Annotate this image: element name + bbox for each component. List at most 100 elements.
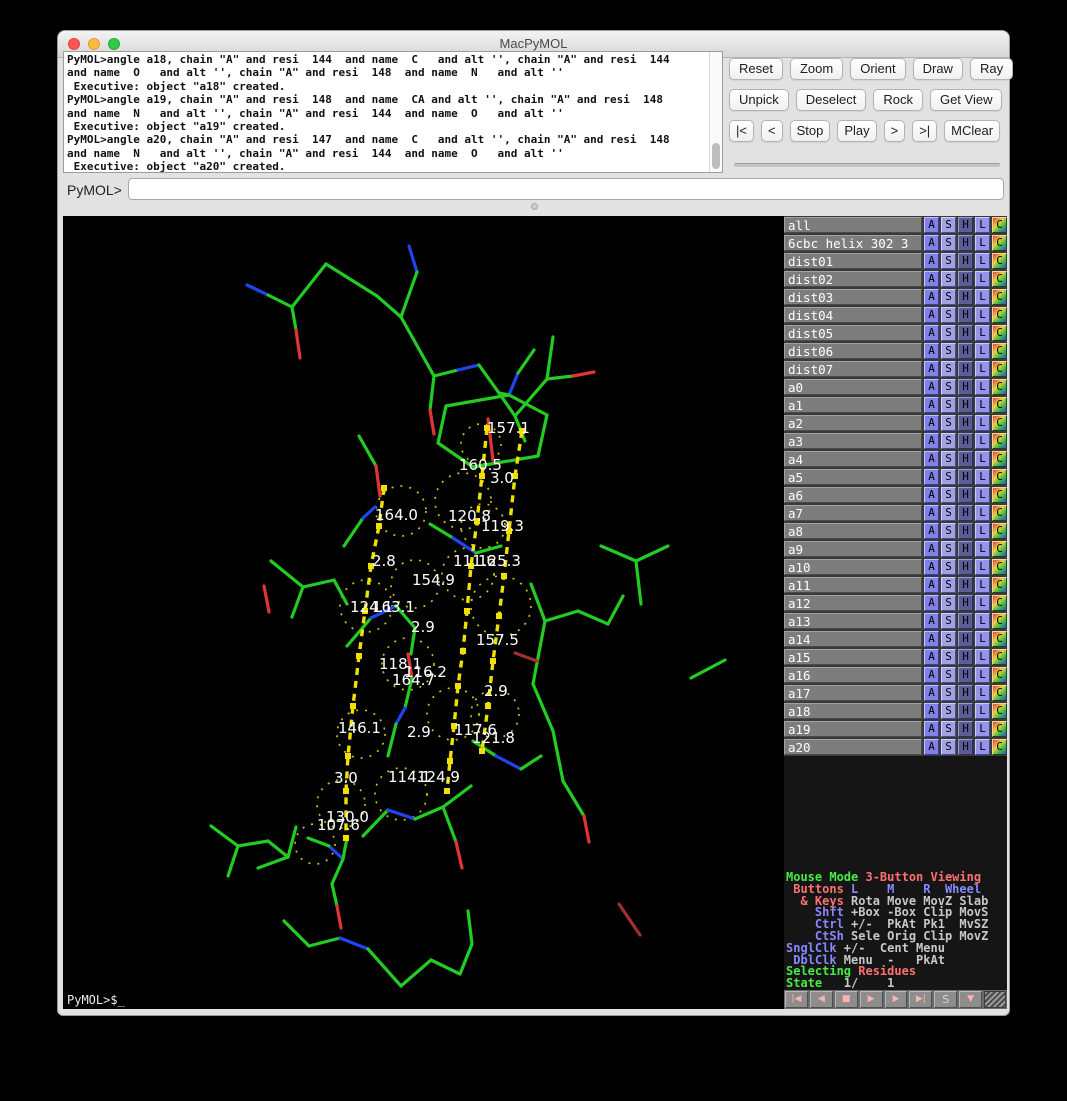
object-l-menu-button[interactable]: L [975,307,990,323]
object-name-a15[interactable]: a15 [784,649,922,665]
object-h-menu-button[interactable]: H [958,433,973,449]
object-c-menu-button[interactable]: C [992,433,1007,449]
object-h-menu-button[interactable]: H [958,361,973,377]
object-a-menu-button[interactable]: A [924,307,939,323]
toolbar-button-stop[interactable]: Stop [790,120,831,142]
object-c-menu-button[interactable]: C [992,397,1007,413]
object-c-menu-button[interactable]: C [992,631,1007,647]
object-h-menu-button[interactable]: H [958,649,973,665]
object-a-menu-button[interactable]: A [924,253,939,269]
object-s-menu-button[interactable]: S [941,523,956,539]
object-h-menu-button[interactable]: H [958,721,973,737]
object-name-a6[interactable]: a6 [784,487,922,503]
object-l-menu-button[interactable]: L [975,541,990,557]
object-name-a7[interactable]: a7 [784,505,922,521]
object-c-menu-button[interactable]: C [992,739,1007,755]
object-name-a5[interactable]: a5 [784,469,922,485]
object-h-menu-button[interactable]: H [958,523,973,539]
object-s-menu-button[interactable]: S [941,631,956,647]
object-l-menu-button[interactable]: L [975,505,990,521]
object-name-a2[interactable]: a2 [784,415,922,431]
object-name-a13[interactable]: a13 [784,613,922,629]
object-s-menu-button[interactable]: S [941,253,956,269]
object-h-menu-button[interactable]: H [958,667,973,683]
object-a-menu-button[interactable]: A [924,451,939,467]
object-l-menu-button[interactable]: L [975,469,990,485]
object-l-menu-button[interactable]: L [975,235,990,251]
object-l-menu-button[interactable]: L [975,433,990,449]
object-a-menu-button[interactable]: A [924,721,939,737]
object-s-menu-button[interactable]: S [941,307,956,323]
object-h-menu-button[interactable]: H [958,235,973,251]
object-s-menu-button[interactable]: S [941,415,956,431]
object-c-menu-button[interactable]: C [992,415,1007,431]
toolbar-button-orient[interactable]: Orient [850,58,905,80]
object-s-menu-button[interactable]: S [941,325,956,341]
object-l-menu-button[interactable]: L [975,649,990,665]
object-name-a10[interactable]: a10 [784,559,922,575]
object-name-a1[interactable]: a1 [784,397,922,413]
object-c-menu-button[interactable]: C [992,289,1007,305]
resize-grip-icon[interactable] [984,991,1006,1008]
object-h-menu-button[interactable]: H [958,559,973,575]
toolbar-button-play[interactable]: Play [837,120,876,142]
object-s-menu-button[interactable]: S [941,451,956,467]
object-a-menu-button[interactable]: A [924,667,939,683]
object-h-menu-button[interactable]: H [958,325,973,341]
object-l-menu-button[interactable]: L [975,577,990,593]
object-l-menu-button[interactable]: L [975,253,990,269]
object-a-menu-button[interactable]: A [924,289,939,305]
object-c-menu-button[interactable]: C [992,649,1007,665]
object-h-menu-button[interactable]: H [958,703,973,719]
object-s-menu-button[interactable]: S [941,559,956,575]
object-name-dist01[interactable]: dist01 [784,253,922,269]
toolbar-button--[interactable]: |< [729,120,754,142]
object-s-menu-button[interactable]: S [941,505,956,521]
object-c-menu-button[interactable]: C [992,235,1007,251]
object-a-menu-button[interactable]: A [924,739,939,755]
toolbar-button--[interactable]: < [761,120,783,142]
object-h-menu-button[interactable]: H [958,577,973,593]
object-l-menu-button[interactable]: L [975,685,990,701]
object-a-menu-button[interactable]: A [924,217,939,233]
object-name-a14[interactable]: a14 [784,631,922,647]
object-h-menu-button[interactable]: H [958,217,973,233]
object-h-menu-button[interactable]: H [958,505,973,521]
object-name-a17[interactable]: a17 [784,685,922,701]
toolbar-button--[interactable]: > [884,120,906,142]
object-l-menu-button[interactable]: L [975,289,990,305]
object-c-menu-button[interactable]: C [992,217,1007,233]
object-h-menu-button[interactable]: H [958,685,973,701]
object-s-menu-button[interactable]: S [941,667,956,683]
toolbar-button-ray[interactable]: Ray [970,58,1013,80]
object-name-a3[interactable]: a3 [784,433,922,449]
object-l-menu-button[interactable]: L [975,559,990,575]
console-log[interactable]: PyMOL>angle a18, chain "A" and resi 144 … [63,51,723,173]
object-c-menu-button[interactable]: C [992,379,1007,395]
object-s-menu-button[interactable]: S [941,613,956,629]
object-s-menu-button[interactable]: S [941,235,956,251]
object-c-menu-button[interactable]: C [992,325,1007,341]
object-s-menu-button[interactable]: S [941,361,956,377]
toolbar-button-zoom[interactable]: Zoom [790,58,843,80]
console-scrollbar[interactable] [709,52,722,172]
object-l-menu-button[interactable]: L [975,523,990,539]
console-scrollbar-thumb[interactable] [712,143,720,169]
toolbar-button-draw[interactable]: Draw [913,58,963,80]
object-s-menu-button[interactable]: S [941,379,956,395]
object-name-a4[interactable]: a4 [784,451,922,467]
object-c-menu-button[interactable]: C [992,685,1007,701]
object-c-menu-button[interactable]: C [992,577,1007,593]
object-l-menu-button[interactable]: L [975,415,990,431]
object-name-a19[interactable]: a19 [784,721,922,737]
toolbar-button-unpick[interactable]: Unpick [729,89,789,111]
object-a-menu-button[interactable]: A [924,271,939,287]
object-a-menu-button[interactable]: A [924,577,939,593]
toolbar-button-reset[interactable]: Reset [729,58,783,80]
object-h-menu-button[interactable]: H [958,397,973,413]
pymol-command-input[interactable] [128,178,1004,200]
object-h-menu-button[interactable]: H [958,307,973,323]
object-c-menu-button[interactable]: C [992,487,1007,503]
object-name-a12[interactable]: a12 [784,595,922,611]
object-h-menu-button[interactable]: H [958,469,973,485]
